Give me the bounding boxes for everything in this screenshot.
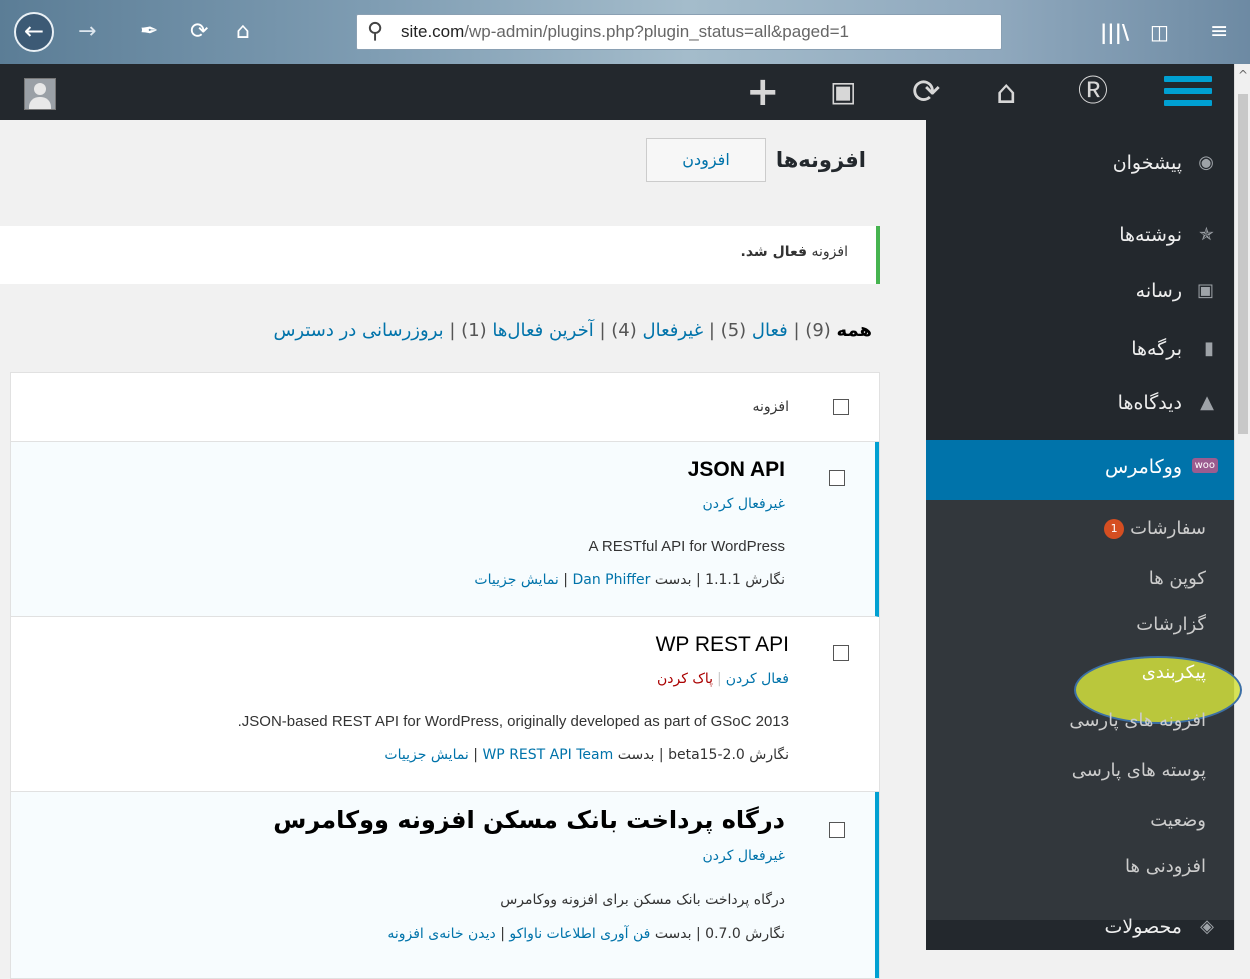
submenu-settings[interactable]: پیکربندی <box>1142 662 1206 683</box>
plugin-name: درگاه پرداخت بانک مسکن افزونه ووکامرس <box>273 806 785 834</box>
comments-icon: ▲ <box>1200 392 1214 413</box>
row-checkbox[interactable] <box>829 822 845 838</box>
admin-sidebar: ◉ پیشخوان ✯ نوشته‌ها ▣ رسانه ▮ برگه‌ها ▲… <box>926 120 1242 950</box>
plugin-description: A RESTful API for WordPress <box>588 538 785 555</box>
sidebar-item-comments[interactable]: ▲ دیدگاه‌ها <box>926 384 1234 424</box>
submenu-reports[interactable]: گزارشات <box>1136 614 1206 635</box>
details-link[interactable]: نمایش جزییات <box>474 572 558 588</box>
sidebar-item-pages[interactable]: ▮ برگه‌ها <box>926 330 1234 370</box>
products-icon: ◈ <box>1200 916 1214 937</box>
back-icon[interactable]: ← <box>14 12 54 52</box>
plugin-description: درگاه پرداخت بانک مسکن برای افزونه ووکام… <box>500 892 785 908</box>
submenu-status[interactable]: وضعیت <box>1150 810 1206 831</box>
row-actions: غیرفعال کردن <box>702 496 785 512</box>
filter-active[interactable]: فعال <box>752 320 788 341</box>
forward-icon[interactable]: → <box>78 20 96 44</box>
row-checkbox[interactable] <box>829 470 845 486</box>
url-text[interactable]: site.com/wp-admin/plugins.php?plugin_sta… <box>401 22 849 42</box>
table-row: JSON API غیرفعال کردن A RESTful API for … <box>11 442 879 617</box>
wordpress-logo-icon[interactable]: Ⓡ <box>1078 74 1108 110</box>
sidebar-item-dashboard[interactable]: ◉ پیشخوان <box>926 144 1234 184</box>
plugin-meta: نگارش 0.7.0 | بدست فن آوری اطلاعات ناواک… <box>387 926 785 942</box>
home-icon[interactable]: ⌂ <box>236 20 250 44</box>
deactivate-link[interactable]: غیرفعال کردن <box>702 496 785 512</box>
library-icon[interactable]: |||\ <box>1100 20 1129 44</box>
plugin-name: WP REST API <box>655 633 789 656</box>
success-notice: افزونه فعال شد. <box>0 226 880 284</box>
sidebar-item-media[interactable]: ▣ رسانه <box>926 272 1234 312</box>
notice-text: افزونه فعال شد. <box>740 244 848 260</box>
sidebar-icon[interactable]: ◫ <box>1150 20 1169 44</box>
delete-link[interactable]: پاک کردن <box>657 671 713 687</box>
media-icon: ▣ <box>1196 280 1214 301</box>
submenu-persian-themes[interactable]: پوسته های پارسی <box>1072 760 1206 781</box>
scrollbar[interactable]: ^ <box>1234 64 1250 950</box>
wp-admin-bar: + ▣ ⟳ ⌂ Ⓡ <box>0 64 1234 120</box>
plugin-description: JSON-based REST API for WordPress, origi… <box>237 713 789 730</box>
row-actions: فعال کردن|پاک کردن <box>656 671 789 687</box>
avatar[interactable] <box>24 78 56 110</box>
submenu-addons[interactable]: افزودنی ها <box>1125 856 1206 877</box>
add-plugin-button[interactable]: افزودن <box>646 138 766 182</box>
orders-count-badge: 1 <box>1104 519 1125 539</box>
plugin-meta: نگارش 1.1.1 | بدست Dan Phiffer | نمایش ج… <box>474 572 785 588</box>
table-row: WP REST API فعال کردن|پاک کردن JSON-base… <box>11 617 879 792</box>
plugins-table: افزونه JSON API غیرفعال کردن A RESTful A… <box>10 372 880 979</box>
updates-icon[interactable]: ⟳ <box>912 74 941 110</box>
filter-inactive[interactable]: غیرفعال <box>643 320 704 341</box>
pin-icon: ✯ <box>1198 224 1214 245</box>
author-link[interactable]: WP REST API Team <box>482 747 613 763</box>
table-header: افزونه <box>11 373 879 442</box>
activate-link[interactable]: فعال کردن <box>726 671 789 687</box>
author-link[interactable]: Dan Phiffer <box>572 572 650 588</box>
filter-update-available[interactable]: بروزرسانی در دسترس <box>273 320 443 341</box>
sidebar-item-woocommerce[interactable]: woo ووکامرس <box>926 440 1234 500</box>
home-icon[interactable]: ⌂ <box>996 74 1016 110</box>
scroll-thumb[interactable] <box>1238 94 1248 434</box>
table-row: درگاه پرداخت بانک مسکن افزونه ووکامرس غی… <box>11 792 879 978</box>
author-link[interactable]: فن آوری اطلاعات ناواکو <box>509 926 650 942</box>
url-bar[interactable]: ⚲ site.com/wp-admin/plugins.php?plugin_s… <box>356 14 1002 50</box>
row-checkbox[interactable] <box>833 645 849 661</box>
dashboard-icon: ◉ <box>1198 152 1214 173</box>
new-content-icon[interactable]: + <box>746 72 780 112</box>
plugin-meta: نگارش 2.0-beta15 | بدست WP REST API Team… <box>384 747 789 763</box>
comments-icon[interactable]: ▣ <box>830 74 856 110</box>
page-title: افزونه‌ها <box>775 148 866 172</box>
deactivate-link[interactable]: غیرفعال کردن <box>702 848 785 864</box>
details-link[interactable]: دیدن خانه‌ی افزونه <box>387 926 495 942</box>
plugin-name: JSON API <box>687 458 785 481</box>
row-actions: غیرفعال کردن <box>702 848 785 864</box>
scroll-up-icon[interactable]: ^ <box>1238 68 1248 82</box>
menu-icon[interactable]: ≡ <box>1210 20 1228 44</box>
submenu-orders[interactable]: سفارشات1 <box>1104 518 1206 539</box>
sidebar-item-products[interactable]: ◈ محصولات <box>926 908 1234 948</box>
sidebar-item-posts[interactable]: ✯ نوشته‌ها <box>926 216 1234 256</box>
pages-icon: ▮ <box>1204 338 1214 359</box>
woo-icon: woo <box>1191 458 1218 473</box>
select-all-checkbox[interactable] <box>833 399 849 415</box>
column-header-plugin: افزونه <box>752 399 789 415</box>
filter-recently-active[interactable]: آخرین فعال‌ها <box>492 320 593 341</box>
hamburger-menu-icon[interactable] <box>1164 76 1212 110</box>
submenu-persian-plugins[interactable]: افزونه های پارسی <box>1069 710 1206 731</box>
reload-icon[interactable]: ⟳ <box>190 20 208 44</box>
status-filters: همه (9) | فعال (5) | غیرفعال (4) | آخرین… <box>273 320 872 341</box>
main-content: افزونه‌ها افزودن افزونه فعال شد. همه (9)… <box>0 120 926 979</box>
browser-toolbar: ← → ✒ ⟳ ⌂ ⚲ site.com/wp-admin/plugins.ph… <box>0 0 1250 64</box>
search-icon: ⚲ <box>367 19 384 44</box>
filter-all[interactable]: همه <box>837 320 872 341</box>
wrench-icon[interactable]: ✒ <box>140 20 158 44</box>
submenu-coupons[interactable]: کوپن ها <box>1149 568 1206 589</box>
details-link[interactable]: نمایش جزییات <box>384 747 468 763</box>
